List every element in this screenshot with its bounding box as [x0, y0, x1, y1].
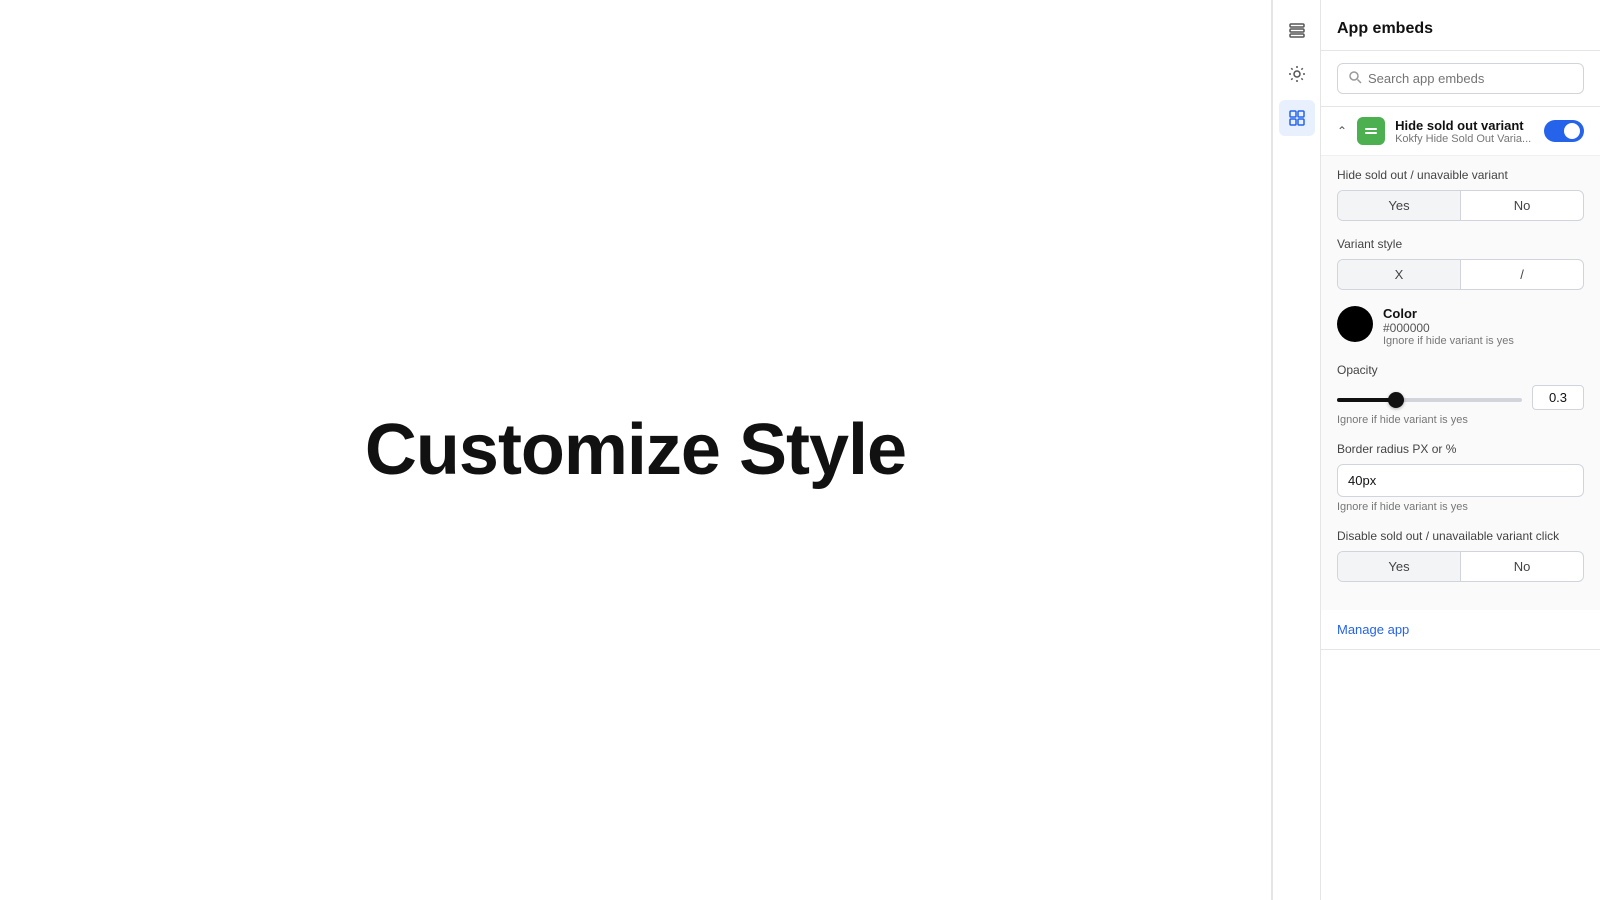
search-container	[1337, 63, 1584, 94]
variant-style-label: Variant style	[1337, 237, 1584, 251]
toggle-slider	[1544, 120, 1584, 142]
color-group: Color #000000 Ignore if hide variant is …	[1337, 306, 1584, 347]
color-swatch[interactable]	[1337, 306, 1373, 342]
hide-sold-out-group: Hide sold out / unavaible variant Yes No	[1337, 168, 1584, 221]
opacity-label: Opacity	[1337, 363, 1584, 377]
variant-style-slash-btn[interactable]: /	[1461, 260, 1583, 289]
disable-label: Disable sold out / unavailable variant c…	[1337, 529, 1584, 543]
hide-sold-out-label: Hide sold out / unavaible variant	[1337, 168, 1584, 182]
color-name: Color	[1383, 306, 1514, 321]
hide-sold-out-btn-group: Yes No	[1337, 190, 1584, 221]
canvas-title: Customize Style	[365, 409, 906, 491]
icon-toolbar	[1272, 0, 1320, 900]
embeds-panel: App embeds ⌃	[1320, 0, 1600, 900]
layers-icon[interactable]	[1279, 12, 1315, 48]
disable-btn-group: Yes No	[1337, 551, 1584, 582]
border-radius-note: Ignore if hide variant is yes	[1337, 501, 1584, 513]
app-icon	[1357, 117, 1385, 145]
embed-item: ⌃ Hide sold out variant Kokfy Hide Sold …	[1321, 107, 1600, 650]
embed-toggle[interactable]	[1544, 120, 1584, 142]
color-hex: #000000	[1383, 321, 1514, 335]
embed-app-info: Hide sold out variant Kokfy Hide Sold Ou…	[1395, 118, 1534, 145]
opacity-value-input[interactable]: 0.3	[1532, 385, 1584, 410]
color-note: Ignore if hide variant is yes	[1383, 335, 1514, 347]
chevron-up-icon[interactable]: ⌃	[1337, 124, 1347, 138]
panel-header: App embeds	[1321, 0, 1600, 51]
variant-style-x-btn[interactable]: X	[1338, 260, 1461, 289]
border-radius-group: Border radius PX or % 40px Ignore if hid…	[1337, 442, 1584, 513]
manage-app-link[interactable]: Manage app	[1321, 610, 1600, 649]
border-radius-input[interactable]: 40px	[1337, 464, 1584, 497]
embed-item-header: ⌃ Hide sold out variant Kokfy Hide Sold …	[1321, 107, 1600, 155]
embed-app-subtitle: Kokfy Hide Sold Out Varia...	[1395, 133, 1534, 145]
embed-app-name: Hide sold out variant	[1395, 118, 1534, 133]
hide-sold-out-no-btn[interactable]: No	[1461, 191, 1583, 220]
opacity-note: Ignore if hide variant is yes	[1337, 414, 1584, 426]
panel-title: App embeds	[1337, 20, 1433, 37]
disable-no-btn[interactable]: No	[1461, 552, 1583, 581]
search-icon	[1348, 70, 1362, 87]
search-input[interactable]	[1368, 71, 1573, 86]
hide-sold-out-yes-btn[interactable]: Yes	[1338, 191, 1461, 220]
apps-icon[interactable]	[1279, 100, 1315, 136]
variant-style-btn-group: X /	[1337, 259, 1584, 290]
disable-group: Disable sold out / unavailable variant c…	[1337, 529, 1584, 582]
color-info: Color #000000 Ignore if hide variant is …	[1383, 306, 1514, 347]
opacity-row: 0.3	[1337, 385, 1584, 410]
main-canvas: Customize Style	[0, 0, 1271, 900]
settings-icon[interactable]	[1279, 56, 1315, 92]
opacity-slider-container	[1337, 389, 1522, 407]
opacity-slider[interactable]	[1337, 398, 1522, 402]
sidebar-wrapper: App embeds ⌃	[1271, 0, 1600, 900]
color-row: Color #000000 Ignore if hide variant is …	[1337, 306, 1584, 347]
embed-settings: Hide sold out / unavaible variant Yes No…	[1321, 155, 1600, 610]
variant-style-group: Variant style X /	[1337, 237, 1584, 290]
opacity-group: Opacity 0.3 Ignore if hide variant is ye…	[1337, 363, 1584, 426]
search-wrapper	[1321, 51, 1600, 107]
border-radius-label: Border radius PX or %	[1337, 442, 1584, 456]
disable-yes-btn[interactable]: Yes	[1338, 552, 1461, 581]
